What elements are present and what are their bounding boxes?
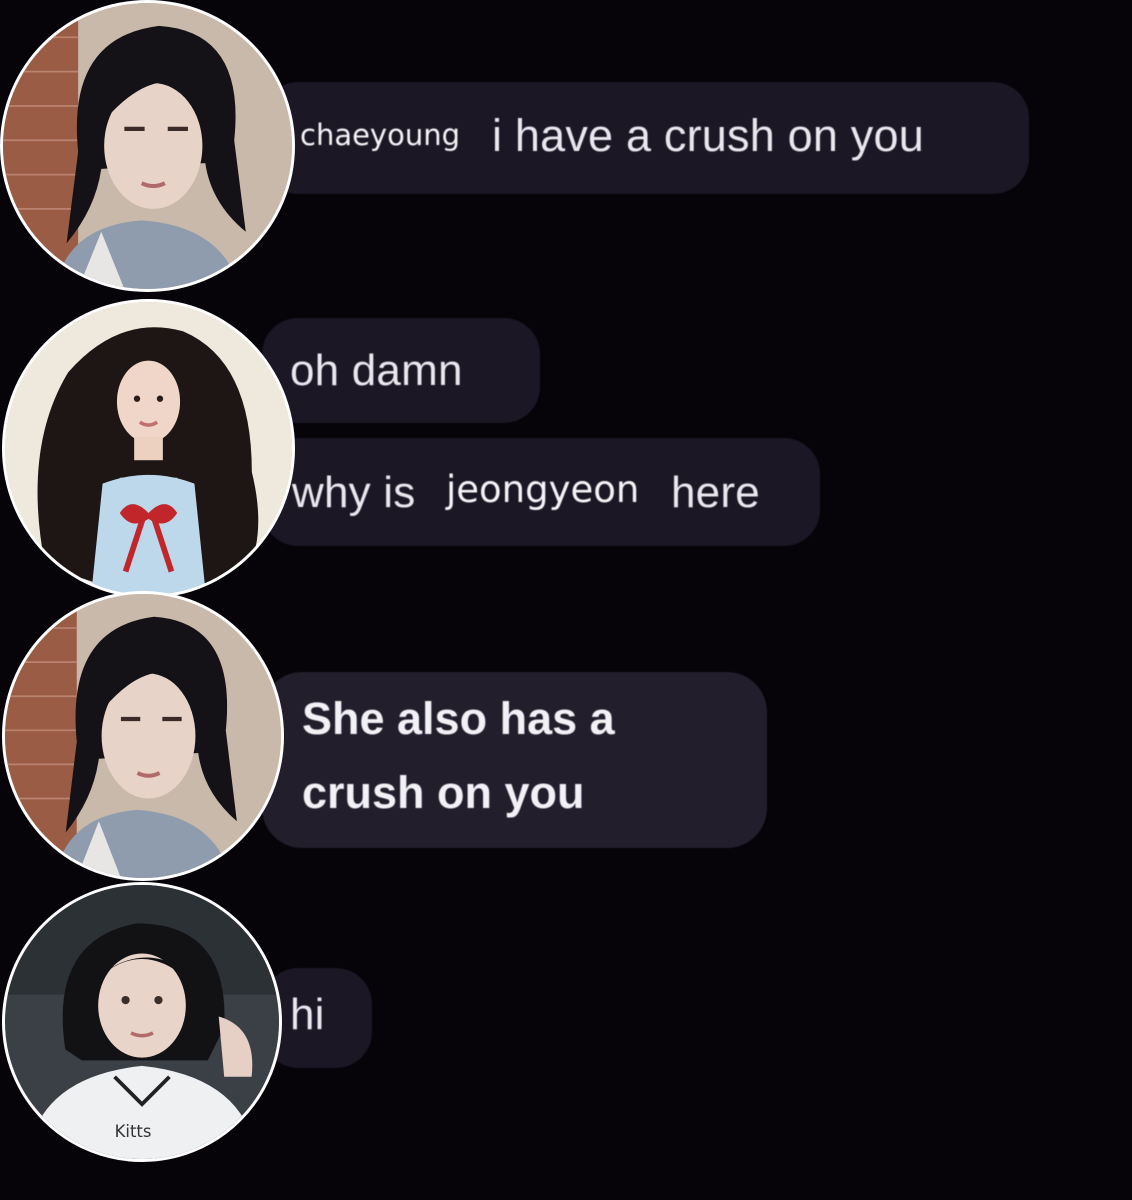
sender-name-label: chaeyoung [300, 118, 461, 152]
profile-photo-icon [5, 594, 281, 878]
avatar-3[interactable] [2, 591, 284, 881]
profile-photo-icon [5, 302, 292, 595]
message-bubble-4[interactable]: She also has a crush on you [262, 672, 767, 848]
profile-photo-icon: Kitts [5, 885, 279, 1159]
avatar-2[interactable] [2, 299, 295, 598]
message-text: i have a crush on you [492, 110, 924, 161]
mentioned-name-label: jeongyeon [446, 468, 640, 511]
shirt-print-text: Kitts [115, 1122, 152, 1141]
message-text-part-2: here [671, 468, 760, 517]
message-text: She also has a crush on you [302, 693, 615, 818]
chat-screenshot: chaeyoung i have a crush on you oh damn … [0, 0, 1132, 1200]
avatar-1[interactable] [0, 0, 295, 292]
avatar-4[interactable]: Kitts [2, 882, 282, 1162]
message-text-part-1: why is [292, 468, 416, 517]
profile-photo-icon [3, 3, 292, 289]
message-bubble-1[interactable]: chaeyoung i have a crush on you [262, 82, 1029, 194]
message-bubble-3[interactable]: why is jeongyeon here [262, 438, 820, 546]
message-bubble-2[interactable]: oh damn [262, 318, 540, 423]
message-text: oh damn [290, 346, 463, 395]
message-text: hi [290, 990, 325, 1039]
